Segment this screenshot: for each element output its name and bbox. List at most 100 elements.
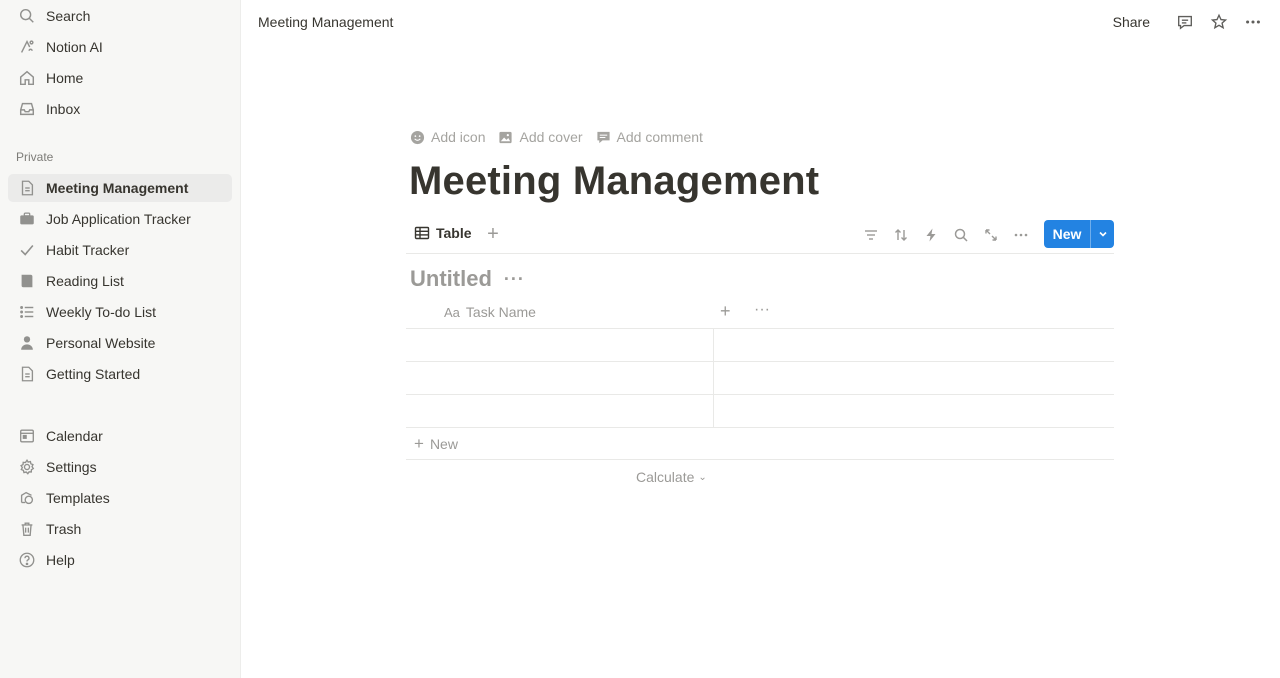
database-more-icon[interactable]: ··· (504, 269, 525, 290)
chevron-down-icon: ⌄ (698, 471, 707, 483)
sidebar-item-habit-tracker[interactable]: Habit Tracker (8, 236, 232, 264)
new-button-group: New (1044, 220, 1114, 248)
trash-icon (16, 518, 38, 540)
add-new-row-button[interactable]: + New (406, 428, 1114, 460)
sidebar-item-help[interactable]: Help (8, 546, 232, 574)
search-icon (16, 5, 38, 27)
sidebar-item-label: Personal Website (46, 335, 156, 351)
briefcase-icon (16, 208, 38, 230)
comment-icon[interactable] (1172, 10, 1198, 34)
section-label-private: Private (16, 150, 54, 164)
comment-icon (596, 131, 610, 143)
sidebar-item-label: Habit Tracker (46, 242, 130, 258)
sidebar-item-label: Home (46, 70, 84, 86)
sidebar-item-settings[interactable]: Settings (8, 453, 232, 481)
sidebar-item-meeting-management[interactable]: Meeting Management (8, 174, 232, 202)
new-button[interactable]: New (1044, 220, 1090, 248)
image-icon (499, 131, 513, 143)
page-meta-actions: Add icon Add cover Add comment (410, 129, 716, 145)
sidebar-item-label: Getting Started (46, 366, 141, 382)
person-icon (16, 332, 38, 354)
add-new-row-label: New (429, 435, 458, 452)
add-cover-button[interactable]: Add cover (498, 129, 583, 145)
column-header-task-name[interactable]: Aa Task Name (444, 304, 536, 320)
sidebar-item-notion-ai[interactable]: Notion AI (8, 33, 232, 61)
sidebar-item-inbox[interactable]: Inbox (8, 95, 232, 123)
sidebar-item-label: Notion AI (46, 39, 103, 55)
page-icon (16, 363, 38, 385)
sidebar-item-trash[interactable]: Trash (8, 515, 232, 543)
notion-ai-icon (16, 36, 38, 58)
star-icon[interactable] (1206, 10, 1232, 34)
add-cover-label: Add cover (519, 129, 583, 145)
tab-table[interactable]: Table (414, 225, 472, 241)
more-options-icon[interactable] (1240, 10, 1266, 34)
page-title[interactable]: Meeting Management (409, 159, 819, 204)
calculate-button[interactable]: Calculate ⌄ (636, 469, 707, 485)
new-dropdown-button[interactable] (1090, 220, 1114, 248)
gear-icon (16, 456, 38, 478)
database-tools (852, 224, 1032, 246)
add-icon-label: Add icon (431, 129, 486, 145)
table-cell[interactable] (406, 329, 714, 362)
checkmark-icon (16, 239, 38, 261)
add-view-button[interactable]: + (482, 224, 504, 245)
breadcrumb[interactable]: Meeting Management (258, 14, 393, 30)
column-header-label: Task Name (465, 304, 536, 320)
table-cell[interactable] (406, 395, 714, 428)
book-icon (16, 270, 38, 292)
database-title[interactable]: Untitled (410, 266, 492, 292)
calendar-icon (16, 425, 38, 447)
add-comment-button[interactable]: Add comment (596, 129, 703, 145)
sidebar-item-search[interactable]: Search (8, 2, 232, 30)
sidebar-item-label: Templates (46, 490, 110, 506)
database-title-row: Untitled ··· (410, 266, 525, 292)
inbox-icon (16, 98, 38, 120)
sidebar-item-label: Weekly To-do List (46, 304, 156, 320)
table-cell[interactable] (714, 329, 1114, 362)
filter-icon[interactable] (860, 224, 882, 246)
sidebar-item-label: Reading List (46, 273, 124, 289)
sidebar-item-calendar[interactable]: Calendar (8, 422, 232, 450)
add-icon-button[interactable]: Add icon (410, 129, 485, 145)
sidebar-item-label: Inbox (46, 101, 81, 117)
sidebar-item-personal-website[interactable]: Personal Website (8, 329, 232, 357)
lightning-icon[interactable] (920, 224, 942, 246)
table-icon (414, 226, 430, 240)
sidebar-item-label: Calendar (46, 428, 103, 444)
more-options-icon[interactable] (1010, 224, 1032, 246)
add-property-button[interactable]: + (720, 301, 731, 322)
table-cell[interactable] (406, 362, 714, 395)
tab-table-label: Table (436, 225, 472, 241)
chevron-down-icon (1098, 231, 1107, 237)
add-comment-label: Add comment (616, 129, 703, 145)
home-icon (16, 67, 38, 89)
sidebar-item-job-application-tracker[interactable]: Job Application Tracker (8, 205, 232, 233)
sidebar: Search Notion AI Home Inbox Private Meet… (0, 0, 241, 678)
sidebar-item-label: Trash (46, 521, 82, 537)
sidebar-item-getting-started[interactable]: Getting Started (8, 360, 232, 388)
text-property-icon: Aa (444, 304, 460, 320)
page-icon (16, 177, 38, 199)
sidebar-item-home[interactable]: Home (8, 64, 232, 92)
column-more-icon[interactable]: ··· (754, 301, 770, 319)
templates-icon (16, 487, 38, 509)
sidebar-item-label: Meeting Management (46, 180, 189, 196)
table-row (406, 395, 1114, 428)
search-icon[interactable] (950, 224, 972, 246)
expand-icon[interactable] (980, 224, 1002, 246)
table-cell[interactable] (714, 362, 1114, 395)
sidebar-item-reading-list[interactable]: Reading List (8, 267, 232, 295)
topbar-actions: Share (1113, 10, 1266, 34)
table-cell[interactable] (714, 395, 1114, 428)
share-button[interactable]: Share (1113, 14, 1150, 30)
sidebar-item-weekly-todo-list[interactable]: Weekly To-do List (8, 298, 232, 326)
sidebar-item-label: Help (46, 552, 75, 568)
table-header: Aa Task Name + ··· (406, 296, 1114, 329)
sort-icon[interactable] (890, 224, 912, 246)
sidebar-item-templates[interactable]: Templates (8, 484, 232, 512)
sidebar-item-label: Job Application Tracker (46, 211, 191, 227)
calculate-label: Calculate (636, 469, 695, 485)
help-icon (16, 549, 38, 571)
table-row (406, 362, 1114, 395)
